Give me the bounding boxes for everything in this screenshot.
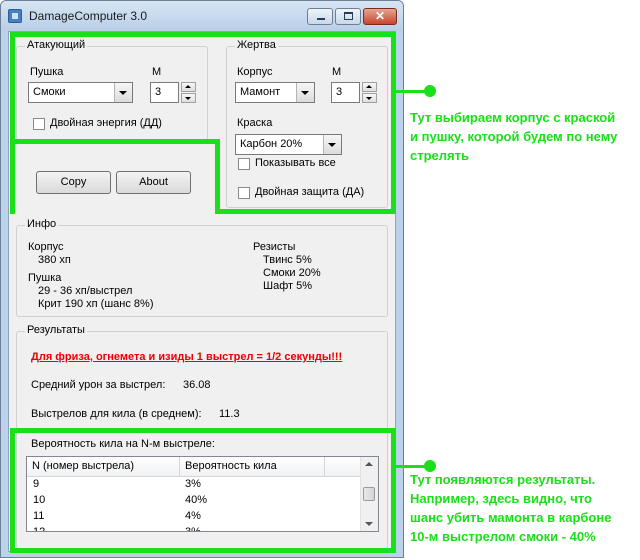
info-hull-header: Корпус bbox=[28, 241, 64, 253]
maximize-button[interactable] bbox=[335, 8, 361, 25]
selection-highlight-bottom bbox=[215, 209, 396, 214]
info-resist-item: Твинс 5% bbox=[263, 254, 312, 266]
title-bar[interactable]: DamageComputer 3.0 ✕ bbox=[1, 1, 403, 31]
avg-damage-value: 36.08 bbox=[183, 379, 211, 391]
close-icon: ✕ bbox=[374, 9, 386, 23]
minimize-button[interactable] bbox=[307, 8, 333, 25]
window-title: DamageComputer 3.0 bbox=[29, 9, 148, 23]
shots-to-kill-value: 11.3 bbox=[219, 408, 240, 420]
selection-highlight-step bbox=[215, 139, 220, 214]
minimize-icon bbox=[317, 18, 325, 20]
annotation-line: стрелять bbox=[410, 148, 469, 163]
annotation-line: Тут выбираем корпус с краской bbox=[410, 110, 616, 125]
annotation-line: Тут появляются результаты. bbox=[410, 472, 596, 487]
selection-highlight-ledge bbox=[10, 139, 220, 144]
annotation-bottom: Тут появляются результаты. Например, зде… bbox=[410, 470, 611, 546]
selection-highlight-frame bbox=[10, 32, 396, 214]
info-resist-item: Смоки 20% bbox=[263, 267, 321, 279]
annotation-line: Например, здесь видно, что bbox=[410, 491, 592, 506]
app-icon bbox=[8, 9, 22, 23]
info-group-title: Инфо bbox=[25, 218, 59, 230]
shots-to-kill-label: Выстрелов для кила (в среднем): bbox=[31, 408, 202, 420]
info-gun-damage: 29 - 36 хп/выстрел bbox=[38, 285, 133, 297]
info-gun-crit: Крит 190 хп (шанс 8%) bbox=[38, 298, 154, 310]
annotation-dot-top bbox=[424, 85, 436, 97]
close-button[interactable]: ✕ bbox=[363, 8, 397, 25]
avg-damage-label: Средний урон за выстрел: bbox=[31, 379, 166, 391]
info-hull-hp: 380 хп bbox=[38, 254, 71, 266]
annotation-line: 10-м выстрелом смоки - 40% bbox=[410, 529, 596, 544]
info-resist-item: Шафт 5% bbox=[263, 280, 313, 292]
annotation-top: Тут выбираем корпус с краской и пушку, к… bbox=[410, 108, 617, 165]
results-group-title: Результаты bbox=[25, 324, 87, 336]
annotation-line: шанс убить мамонта в карбоне bbox=[410, 510, 612, 525]
info-gun-header: Пушка bbox=[28, 272, 62, 284]
warning-text: Для фриза, огнемета и изиды 1 выстрел = … bbox=[31, 351, 343, 363]
info-resists-header: Резисты bbox=[253, 241, 296, 253]
results-highlight-frame bbox=[10, 428, 396, 553]
annotation-line: и пушку, которой будем по нему bbox=[410, 129, 618, 144]
maximize-icon bbox=[344, 12, 353, 20]
